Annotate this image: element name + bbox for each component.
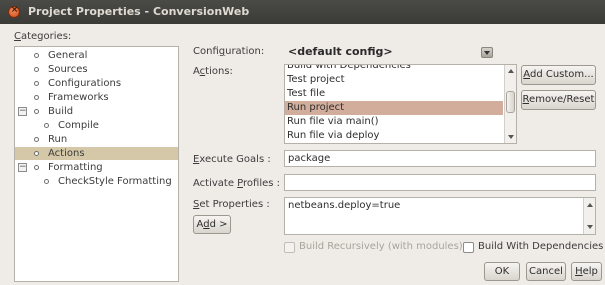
properties-scrollbar[interactable] [583, 198, 595, 234]
help-button[interactable]: Help [571, 262, 602, 281]
build-recursively-label: Build Recursively (with modules) [299, 241, 463, 252]
build-with-dependencies-checkbox[interactable] [463, 242, 474, 253]
actions-list[interactable]: Build with Dependencies Test project Tes… [284, 64, 517, 144]
add-property-button[interactable]: Add > [193, 215, 231, 234]
collapse-build-icon[interactable]: − [18, 107, 27, 116]
close-icon[interactable]: × [8, 5, 20, 18]
bullet-icon [34, 165, 39, 170]
categories-label: Categories: [14, 31, 72, 42]
execute-goals-input[interactable]: package [284, 150, 596, 167]
bullet-icon [34, 53, 39, 58]
tree-item-actions[interactable]: Actions [15, 147, 178, 160]
ok-button[interactable]: OK [484, 262, 520, 281]
set-properties-label: Set Properties : [193, 199, 270, 210]
scroll-down-icon[interactable] [508, 135, 514, 139]
list-item[interactable]: Test file [285, 87, 503, 101]
actions-label: Actions: [193, 66, 233, 77]
list-item[interactable]: Test project [285, 73, 503, 87]
activate-profiles-label: Activate Profiles : [193, 178, 281, 189]
list-item[interactable]: Run file via main() [285, 115, 503, 129]
bullet-icon [34, 109, 39, 114]
remove-reset-button[interactable]: Remove/Reset [521, 90, 596, 110]
execute-goals-label: Execute Goals : [193, 154, 271, 165]
bullet-icon [34, 95, 39, 100]
list-item-selected[interactable]: Run project [285, 101, 503, 115]
bullet-icon [34, 137, 39, 142]
actions-scrollbar[interactable] [504, 65, 516, 143]
configuration-select[interactable]: <default config> [288, 45, 393, 58]
list-item[interactable]: Run file via deploy [285, 129, 503, 143]
collapse-formatting-icon[interactable]: − [18, 163, 27, 172]
list-item[interactable]: Build with Dependencies [285, 65, 503, 73]
categories-tree[interactable]: General Sources Configurations Framework… [14, 46, 179, 282]
activate-profiles-input[interactable] [284, 174, 596, 191]
set-properties-textarea[interactable]: netbeans.deploy=true [284, 197, 596, 235]
add-custom-button[interactable]: Add Custom... [521, 65, 596, 85]
bullet-icon [34, 81, 39, 86]
bullet-icon [44, 179, 49, 184]
scroll-up-icon[interactable] [587, 203, 593, 207]
build-with-dependencies-label: Build With Dependencies [478, 241, 604, 252]
set-properties-value: netbeans.deploy=true [288, 200, 401, 211]
bullet-icon [34, 151, 39, 156]
configuration-label: Configuration: [193, 46, 265, 57]
scroll-up-icon[interactable] [508, 69, 514, 73]
window-title: Project Properties - ConversionWeb [28, 5, 250, 18]
chevron-down-icon [484, 51, 490, 55]
bullet-icon [44, 123, 49, 128]
scroll-down-icon[interactable] [587, 225, 593, 229]
build-recursively-checkbox[interactable] [284, 242, 295, 253]
cancel-button[interactable]: Cancel [526, 262, 566, 281]
scroll-thumb[interactable] [506, 91, 515, 113]
configuration-dropdown-button[interactable] [481, 47, 493, 58]
bullet-icon [34, 67, 39, 72]
